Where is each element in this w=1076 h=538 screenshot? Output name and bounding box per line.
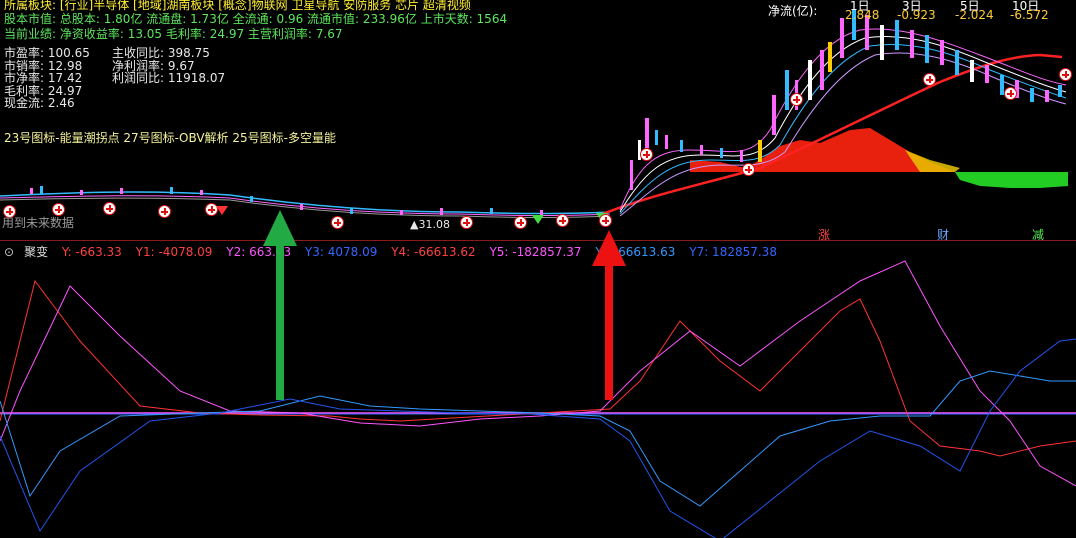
buy-signal-icon[interactable]	[556, 214, 569, 227]
fin-right-2: 利润同比: 11918.07	[112, 71, 226, 85]
indicator-chart	[0, 260, 1076, 538]
performance-line: 当前业绩: 净资收益率: 13.05 毛利率: 24.97 主营利润率: 7.6…	[4, 27, 343, 41]
sell-signal-icon[interactable]	[216, 206, 228, 215]
flow-val-5: -2.024	[955, 8, 994, 22]
buy-signal-icon[interactable]	[1059, 68, 1072, 81]
series-y6-blue	[0, 370, 1076, 507]
buy-signal-icon[interactable]	[790, 93, 803, 106]
buy-signal-icon[interactable]	[103, 202, 116, 215]
buy-signal-icon[interactable]	[1004, 87, 1017, 100]
fin-left-4: 现金流: 2.46	[4, 96, 75, 110]
net-flow-label: 净流(亿):	[768, 4, 818, 18]
flow-val-3: -0.923	[897, 8, 936, 22]
buy-signal-icon[interactable]	[331, 216, 344, 229]
industry-line: 所属板块: [行业]半导体 [地域]湖南板块 [概念]物联网 卫星导航 安防服务…	[4, 0, 471, 12]
series-y-red	[0, 279, 1076, 457]
down-signal-icon[interactable]	[532, 215, 544, 224]
buy-signal-icon[interactable]	[923, 73, 936, 86]
buy-signal-icon[interactable]	[460, 216, 473, 229]
indicator-panel[interactable]: ⊙ 聚变 Y: -663.33 Y1: -4078.09 Y2: 663.33 Y…	[0, 241, 1076, 538]
baseline-ma-3	[0, 197, 611, 218]
buy-signal-icon[interactable]	[640, 148, 653, 161]
buy-signal-icon[interactable]	[599, 214, 612, 227]
capital-line: 股本市值: 总股本: 1.80亿 流通盘: 1.73亿 全流通: 0.96 流通…	[4, 12, 508, 26]
series-y2-magenta	[0, 260, 1076, 487]
energy-area-green	[955, 172, 1068, 188]
price-panel[interactable]: 所属板块: [行业]半导体 [地域]湖南板块 [概念]物联网 卫星导航 安防服务…	[0, 0, 1076, 242]
indicator-caption: 23号图标-能量潮拐点 27号图标-OBV解析 25号图标-多空量能	[4, 131, 336, 145]
buy-signal-icon[interactable]	[158, 205, 171, 218]
baseline-ma	[0, 191, 611, 215]
flow-val-10: -6.572	[1010, 8, 1049, 22]
buy-signal-icon[interactable]	[514, 216, 527, 229]
series-y7-darkblue	[0, 338, 1076, 538]
long-ma-red	[599, 53, 1063, 217]
flow-val-1: 2.848	[845, 8, 880, 22]
buy-signal-icon[interactable]	[742, 163, 755, 176]
low-price-label: ▲31.08	[410, 218, 450, 231]
future-data-label: 用到未来数据	[2, 216, 75, 230]
